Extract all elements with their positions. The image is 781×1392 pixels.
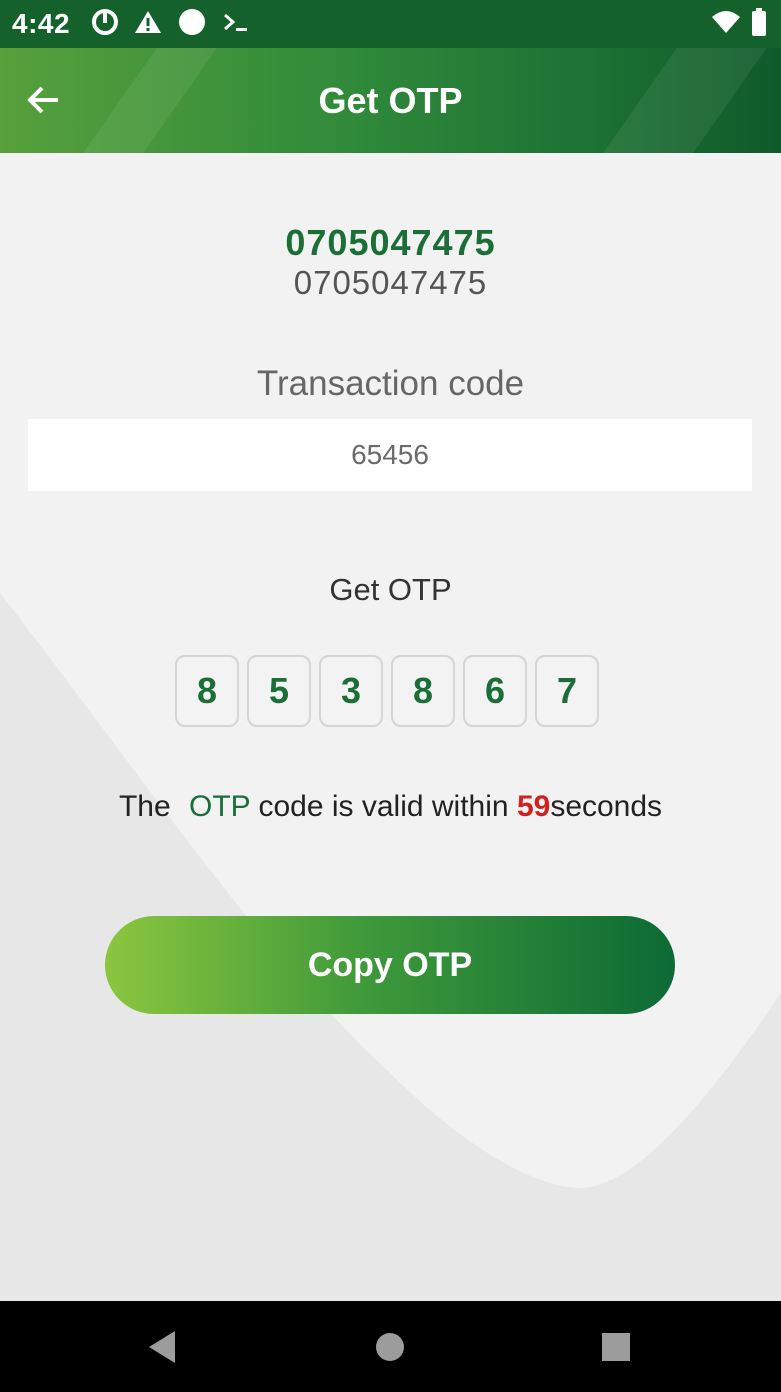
- battery-icon: [751, 8, 767, 41]
- transaction-code-label: Transaction code: [256, 364, 525, 403]
- transaction-code-input[interactable]: [28, 419, 752, 491]
- otp-validity-text: The OTP code is valid within 59seconds: [0, 790, 781, 824]
- warning-icon: [134, 9, 162, 40]
- copy-otp-button[interactable]: Copy OTP: [105, 916, 675, 1014]
- data-saver-icon: [92, 8, 119, 40]
- validity-middle: code is valid within: [258, 790, 509, 823]
- content-background: [0, 153, 781, 1301]
- status-icons-left: [92, 8, 250, 41]
- validity-suffix: seconds: [550, 790, 663, 823]
- triangle-back-icon: [149, 1331, 175, 1363]
- otp-digit-box: 8: [391, 655, 455, 727]
- circle-icon: [178, 8, 206, 41]
- account-number-primary: 0705047475: [285, 222, 496, 263]
- otp-digit-box: 8: [175, 655, 239, 727]
- arrow-left-icon: [27, 86, 58, 114]
- validity-prefix: The: [118, 790, 171, 823]
- back-button[interactable]: [22, 78, 66, 122]
- terminal-icon: [222, 10, 250, 39]
- nav-recents-button[interactable]: [602, 1333, 630, 1361]
- status-time: 4:42: [12, 8, 71, 39]
- nav-home-button[interactable]: [376, 1333, 404, 1361]
- otp-digits: 8 5 3 8 6 7: [175, 655, 599, 727]
- nav-back-button[interactable]: [147, 1331, 177, 1368]
- app-bar: Get OTP: [0, 48, 781, 153]
- account-number-secondary: 0705047475: [293, 264, 488, 301]
- otp-digit-box: 5: [247, 655, 311, 727]
- wifi-icon: [711, 9, 741, 40]
- get-otp-label: Get OTP: [329, 572, 452, 607]
- otp-digit-box: 7: [535, 655, 599, 727]
- otp-digit-box: 6: [463, 655, 527, 727]
- page-title: Get OTP: [318, 80, 463, 121]
- background-curve: [0, 593, 781, 1301]
- validity-otp-word: OTP: [188, 790, 251, 823]
- status-bar: 4:42: [0, 0, 781, 48]
- countdown-seconds: 59: [516, 790, 551, 823]
- otp-digit-box: 3: [319, 655, 383, 727]
- status-icons-right: [711, 8, 767, 41]
